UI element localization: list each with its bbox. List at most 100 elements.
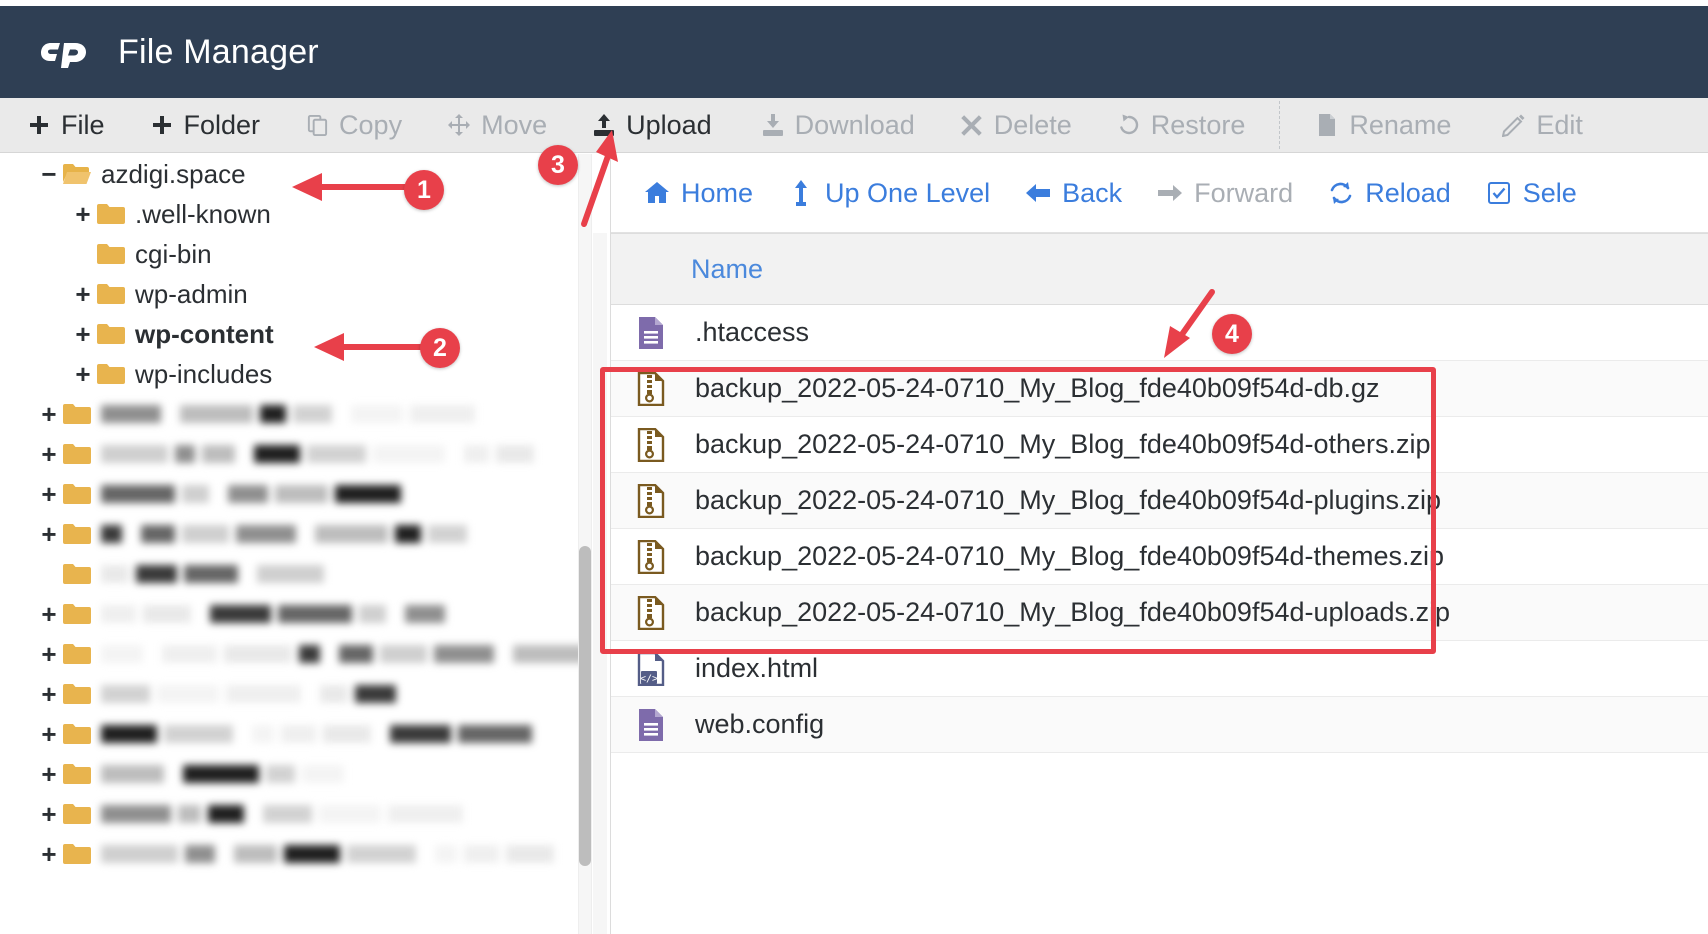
- folder-icon: [96, 362, 126, 386]
- tree-item-redacted[interactable]: +: [0, 514, 578, 554]
- annotation-badge-4: 4: [1212, 314, 1252, 354]
- tree-expand-icon[interactable]: +: [36, 481, 62, 507]
- folder-icon: [62, 402, 92, 426]
- folder-icon: [62, 482, 92, 506]
- tree-item-redacted[interactable]: +: [0, 794, 578, 834]
- rename-label: Rename: [1349, 110, 1451, 141]
- tree-item-redacted[interactable]: +: [0, 394, 578, 434]
- column-header-name[interactable]: Name: [691, 254, 763, 285]
- edit-button[interactable]: Edit: [1501, 98, 1583, 153]
- tree-item-label-redacted: [101, 765, 358, 783]
- tree-item-redacted[interactable]: +: [0, 754, 578, 794]
- nav-select-all-button[interactable]: Sele: [1485, 178, 1577, 209]
- tree-item-redacted[interactable]: +: [0, 834, 578, 874]
- new-folder-button[interactable]: Folder: [149, 98, 261, 153]
- archive-file-icon: [629, 372, 673, 406]
- page-title: File Manager: [118, 33, 319, 72]
- folder-open-icon: [62, 162, 92, 186]
- annotation-badge-1: 1: [404, 170, 444, 210]
- tree-item-redacted[interactable]: +: [0, 714, 578, 754]
- file-name: web.config: [695, 709, 824, 740]
- pencil-icon: [1501, 112, 1527, 138]
- tree-expand-icon[interactable]: +: [36, 521, 62, 547]
- nav-forward-label: Forward: [1194, 178, 1293, 209]
- directory-tree-pane[interactable]: −azdigi.space+.well-knowncgi-bin+wp-admi…: [0, 154, 578, 934]
- reload-icon: [1327, 179, 1355, 207]
- tree-item-wp-content[interactable]: +wp-content: [0, 314, 578, 354]
- file-row[interactable]: backup_2022-05-24-0710_My_Blog_fde40b09f…: [611, 417, 1708, 473]
- tree-item-label: .well-known: [135, 199, 271, 230]
- download-icon: [760, 112, 786, 138]
- folder-icon: [96, 322, 126, 346]
- nav-home-button[interactable]: Home: [643, 178, 753, 209]
- folder-icon: [62, 682, 92, 706]
- code-file-icon: </>: [629, 652, 673, 686]
- tree-item-redacted[interactable]: +: [0, 594, 578, 634]
- restore-label: Restore: [1151, 110, 1246, 141]
- tree-item-redacted[interactable]: [0, 554, 578, 594]
- tree-item-wp-includes[interactable]: +wp-includes: [0, 354, 578, 394]
- archive-file-icon: [629, 484, 673, 518]
- download-button[interactable]: Download: [760, 98, 915, 153]
- folder-icon: [62, 642, 92, 666]
- nav-reload-button[interactable]: Reload: [1327, 178, 1451, 209]
- nav-up-one-level-button[interactable]: Up One Level: [787, 178, 990, 209]
- arrow-right-icon: [1156, 179, 1184, 207]
- text-file-icon: [629, 708, 673, 742]
- file-manager-app: File Manager File Folder Copy Move: [0, 0, 1708, 934]
- tree-expand-icon[interactable]: +: [36, 801, 62, 827]
- tree-item-label-redacted: [101, 485, 415, 503]
- tree-item-label-redacted: [101, 805, 477, 823]
- tree-expand-icon[interactable]: +: [36, 841, 62, 867]
- copy-icon: [304, 112, 330, 138]
- tree-item-label-redacted: [101, 605, 447, 623]
- tree-collapse-icon[interactable]: −: [36, 161, 62, 187]
- file-row[interactable]: backup_2022-05-24-0710_My_Blog_fde40b09f…: [611, 529, 1708, 585]
- app-header: File Manager: [0, 6, 1708, 98]
- tree-expand-icon[interactable]: +: [36, 641, 62, 667]
- tree-item-label-redacted: [101, 685, 398, 703]
- tree-item-wp-admin[interactable]: +wp-admin: [0, 274, 578, 314]
- file-row[interactable]: backup_2022-05-24-0710_My_Blog_fde40b09f…: [611, 585, 1708, 641]
- copy-button[interactable]: Copy: [304, 98, 402, 153]
- restore-button[interactable]: Restore: [1116, 98, 1246, 153]
- tree-expand-icon[interactable]: +: [36, 681, 62, 707]
- folder-icon: [96, 282, 126, 306]
- tree-item-label: azdigi.space: [101, 159, 246, 190]
- tree-expand-icon[interactable]: +: [70, 361, 96, 387]
- file-name: index.html: [695, 653, 818, 684]
- tree-item-redacted[interactable]: +: [0, 474, 578, 514]
- tree-item-label: cgi-bin: [135, 239, 212, 270]
- file-list-scrollbar-track[interactable]: [593, 233, 607, 934]
- tree-expand-icon[interactable]: +: [70, 281, 96, 307]
- tree-expand-icon[interactable]: +: [36, 441, 62, 467]
- file-row[interactable]: web.config: [611, 697, 1708, 753]
- tree-scrollbar-thumb[interactable]: [579, 546, 591, 866]
- rename-button[interactable]: Rename: [1314, 98, 1451, 153]
- nav-back-button[interactable]: Back: [1024, 178, 1122, 209]
- tree-item-redacted[interactable]: +: [0, 634, 578, 674]
- tree-expand-icon[interactable]: +: [36, 601, 62, 627]
- tree-expand-icon[interactable]: +: [70, 321, 96, 347]
- file-row[interactable]: </> index.html: [611, 641, 1708, 697]
- file-nav-toolbar: Home Up One Level Back Forward: [611, 154, 1708, 233]
- new-file-button[interactable]: File: [26, 98, 105, 153]
- edit-label: Edit: [1536, 110, 1583, 141]
- up-icon: [787, 179, 815, 207]
- file-icon: [1314, 112, 1340, 138]
- delete-button[interactable]: Delete: [959, 98, 1072, 153]
- file-name: .htaccess: [695, 317, 809, 348]
- annotation-badge-3: 3: [538, 145, 578, 185]
- text-file-icon: [629, 316, 673, 350]
- tree-expand-icon[interactable]: +: [36, 721, 62, 747]
- file-row[interactable]: backup_2022-05-24-0710_My_Blog_fde40b09f…: [611, 473, 1708, 529]
- toolbar-divider: [1279, 101, 1280, 149]
- move-button[interactable]: Move: [446, 98, 547, 153]
- tree-expand-icon[interactable]: +: [36, 401, 62, 427]
- nav-forward-button[interactable]: Forward: [1156, 178, 1293, 209]
- tree-item-redacted[interactable]: +: [0, 674, 578, 714]
- tree-item-redacted[interactable]: +: [0, 434, 578, 474]
- tree-expand-icon[interactable]: +: [36, 761, 62, 787]
- tree-expand-icon[interactable]: +: [70, 201, 96, 227]
- tree-item-cgi-bin[interactable]: cgi-bin: [0, 234, 578, 274]
